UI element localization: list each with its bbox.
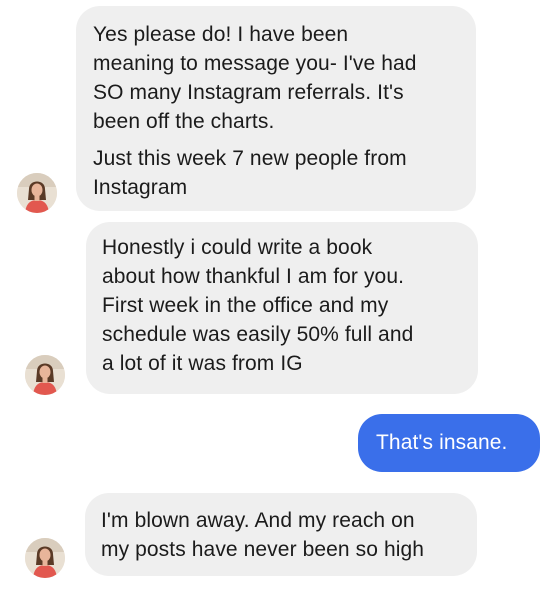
contact-avatar-icon[interactable] bbox=[25, 538, 65, 578]
message-thread: Yes please do! I have been meaning to me… bbox=[0, 0, 550, 589]
message-text-line: schedule was easily 50% full and bbox=[102, 323, 414, 346]
message-text-line: Just this week 7 new people from bbox=[93, 147, 407, 170]
message-text-line: been off the charts. bbox=[93, 110, 275, 133]
message-text-line: Instagram bbox=[93, 176, 188, 199]
contact-avatar-icon[interactable] bbox=[25, 355, 65, 395]
received-message-bubble[interactable]: Yes please do! I have been meaning to me… bbox=[76, 6, 476, 211]
message-text-line: about how thankful I am for you. bbox=[102, 265, 405, 288]
message-text-line: First week in the office and my bbox=[102, 294, 389, 317]
received-message-bubble[interactable]: Honestly i could write a book about how … bbox=[86, 222, 478, 394]
avatar-portrait-icon bbox=[25, 538, 65, 578]
avatar-portrait-icon bbox=[17, 173, 57, 213]
sent-message-bubble[interactable]: That's insane. bbox=[358, 414, 540, 472]
message-text-line: Honestly i could write a book bbox=[102, 236, 373, 259]
message-text-line: I'm blown away. And my reach on bbox=[101, 509, 415, 532]
message-text-line: my posts have never been so high bbox=[101, 538, 425, 561]
avatar-portrait-icon bbox=[25, 355, 65, 395]
message-text-line: Yes please do! I have been bbox=[93, 23, 349, 46]
message-text-line: That's insane. bbox=[376, 431, 508, 454]
received-message-bubble[interactable]: I'm blown away. And my reach on my posts… bbox=[85, 493, 477, 576]
message-text-line: a lot of it was from IG bbox=[102, 352, 303, 375]
message-text-line: meaning to message you- I've had bbox=[93, 52, 417, 75]
contact-avatar-icon[interactable] bbox=[17, 173, 57, 213]
message-text-line: SO many Instagram referrals. It's bbox=[93, 81, 404, 104]
